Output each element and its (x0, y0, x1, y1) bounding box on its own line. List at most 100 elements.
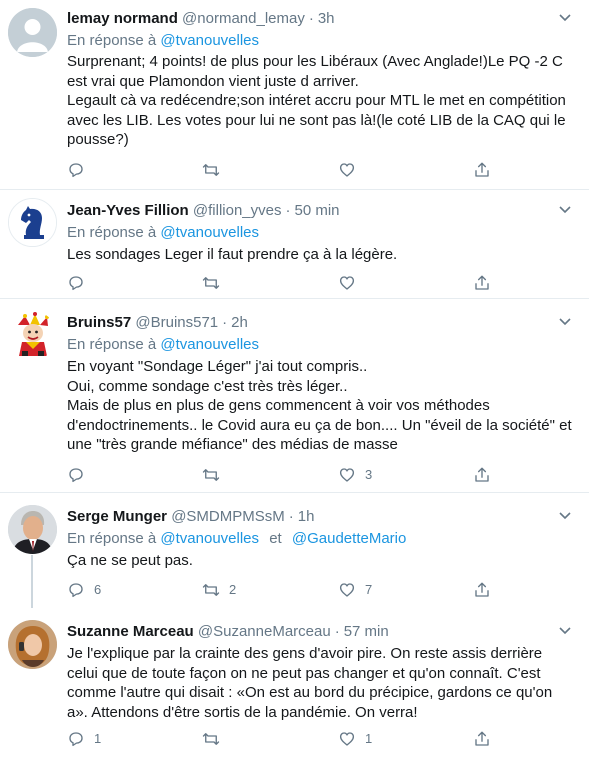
default-avatar-icon[interactable] (8, 8, 57, 57)
share-icon (475, 582, 489, 597)
tweet-actions (67, 273, 497, 293)
separator-dot: · (334, 623, 340, 640)
mention-link[interactable]: @tvanouvelles (160, 336, 259, 353)
share-button[interactable] (473, 160, 491, 180)
author-name[interactable]: Suzanne Marceau (67, 623, 194, 640)
thread-connector (31, 555, 33, 611)
like-button[interactable] (338, 273, 365, 293)
tweet-suzanne-marceau[interactable]: Suzanne Marceau @SuzanneMarceau · 57 min J… (0, 608, 589, 757)
man-portrait-icon[interactable] (8, 505, 57, 554)
timestamp[interactable]: 3h (318, 10, 335, 27)
author-handle[interactable]: @SuzanneMarceau (198, 623, 331, 640)
share-icon (475, 731, 489, 746)
chevron-down-icon[interactable] (557, 313, 573, 329)
retweet-icon (202, 277, 220, 289)
jester-avatar-icon[interactable] (8, 311, 57, 360)
mention-link[interactable]: @tvanouvelles (160, 224, 259, 241)
share-icon (475, 275, 489, 290)
and-word: et (269, 530, 282, 547)
mention-link[interactable]: @tvanouvelles (160, 32, 259, 49)
author-handle[interactable]: @Bruins571 (135, 314, 218, 331)
retweet-button[interactable]: 2 (202, 580, 236, 600)
mention-link[interactable]: @tvanouvelles (160, 530, 259, 547)
separator-dot: · (288, 508, 294, 525)
tweet-jean-yves-fillion[interactable]: Jean-Yves Fillion @fillion_yves · 50 min E… (0, 190, 589, 299)
reply-icon (69, 732, 83, 747)
tweet-text: Ça ne se peut pas. (67, 551, 572, 571)
chevron-down-icon[interactable] (557, 507, 573, 523)
author-handle[interactable]: @SMDMPMSsM (171, 508, 285, 525)
reply-button[interactable]: 1 (67, 729, 101, 749)
heart-icon (339, 276, 355, 290)
share-button[interactable] (473, 580, 491, 600)
reply-prefix: En réponse à (67, 530, 157, 547)
share-button[interactable] (473, 729, 491, 749)
tweet-actions (67, 160, 497, 180)
tweet-paragraph: En voyant "Sondage Léger" j'ai tout comp… (67, 358, 368, 375)
tweet-text: Je l'explique par la crainte des gens d'… (67, 644, 572, 722)
author-name[interactable]: Serge Munger (67, 508, 167, 525)
reply-icon (69, 163, 83, 178)
heart-icon (339, 468, 355, 482)
retweet-button[interactable] (202, 160, 229, 180)
like-count: 7 (365, 582, 373, 597)
retweet-icon (202, 469, 220, 481)
tweet-paragraph: Je l'explique par la crainte des gens d'… (67, 645, 553, 721)
timestamp[interactable]: 1h (298, 508, 315, 525)
author-name[interactable]: lemay normand (67, 10, 178, 27)
mention-link[interactable]: @GaudetteMario (292, 530, 406, 547)
reply-icon (69, 583, 83, 598)
woman-portrait-icon[interactable] (8, 620, 57, 669)
reply-prefix: En réponse à (67, 32, 157, 49)
heart-icon (339, 732, 355, 746)
tweet-paragraph: Oui, comme sondage c'est très très léger… (67, 377, 348, 395)
reply-context: En réponse à @tvanouvelles (67, 223, 259, 243)
retweet-button[interactable] (202, 465, 229, 485)
separator-dot: · (285, 202, 291, 219)
author-handle[interactable]: @fillion_yves (193, 202, 282, 219)
tweet-actions: 6 2 7 (67, 580, 497, 600)
reply-count: 1 (94, 731, 102, 746)
separator-dot: · (308, 10, 314, 27)
like-button[interactable] (338, 160, 365, 180)
tweet-text: En voyant "Sondage Léger" j'ai tout comp… (67, 357, 572, 455)
reply-context: En réponse à @tvanouvelles (67, 31, 259, 51)
reply-icon (69, 468, 83, 483)
tweet-paragraph: Surprenant; 4 points! de plus pour les L… (67, 53, 563, 90)
tweet-paragraph: Legault cà va redécendre;son intéret acc… (67, 92, 566, 148)
author-name[interactable]: Bruins57 (67, 314, 131, 331)
tweet-lemay-normand[interactable]: lemay normand @normand_lemay · 3h En répon… (0, 0, 589, 190)
chevron-down-icon[interactable] (557, 622, 573, 638)
like-button[interactable]: 3 (338, 465, 372, 485)
chevron-down-icon[interactable] (557, 9, 573, 25)
tweet-text: Les sondages Leger il faut prendre ça à … (67, 245, 572, 265)
timestamp[interactable]: 50 min (294, 202, 339, 219)
share-icon (475, 162, 489, 177)
like-count: 3 (365, 467, 373, 482)
reply-icon (69, 276, 83, 291)
author-name[interactable]: Jean-Yves Fillion (67, 202, 189, 219)
like-button[interactable]: 7 (338, 580, 372, 600)
chevron-down-icon[interactable] (557, 201, 573, 217)
tweet-paragraph: Mais de plus en plus de gens commencent … (67, 397, 572, 453)
reply-button[interactable] (67, 465, 94, 485)
tweet-bruins57[interactable]: Bruins57 @Bruins571 · 2h En réponse à @tva… (0, 299, 589, 493)
retweet-icon (202, 733, 220, 745)
author-handle[interactable]: @normand_lemay (182, 10, 305, 27)
timestamp[interactable]: 57 min (344, 623, 389, 640)
like-button[interactable]: 1 (338, 729, 372, 749)
heart-icon (339, 163, 355, 177)
tweet-actions: 3 (67, 465, 497, 485)
reply-button[interactable] (67, 160, 94, 180)
share-button[interactable] (473, 273, 491, 293)
retweet-button[interactable] (202, 273, 229, 293)
share-button[interactable] (473, 465, 491, 485)
retweet-button[interactable] (202, 729, 229, 749)
reply-prefix: En réponse à (67, 336, 157, 353)
tweet-paragraph: Les sondages Leger il faut prendre ça à … (67, 246, 398, 263)
reply-button[interactable] (67, 273, 94, 293)
tweet-serge-munger[interactable]: Serge Munger @SMDMPMSsM · 1h En réponse à … (0, 493, 589, 611)
chess-knight-icon[interactable] (8, 198, 57, 247)
reply-button[interactable]: 6 (67, 580, 101, 600)
timestamp[interactable]: 2h (231, 314, 248, 331)
